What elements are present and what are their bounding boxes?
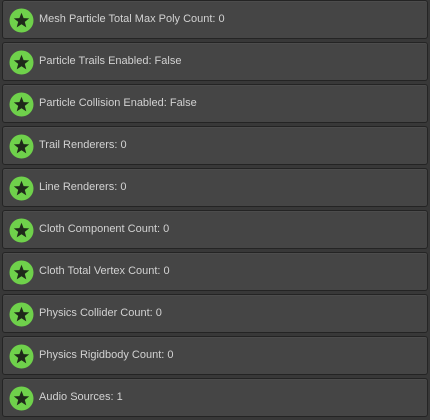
star-badge-icon	[9, 176, 34, 201]
stat-row-physics-rigidbody-count: Physics Rigidbody Count: 0	[2, 336, 428, 375]
stat-row-line-renderers: Line Renderers: 0	[2, 168, 428, 207]
stat-label: Physics Collider Count: 0	[39, 307, 162, 319]
star-badge-icon	[9, 344, 34, 369]
stat-label: Audio Sources: 1	[39, 391, 123, 403]
star-badge-icon	[9, 218, 34, 243]
stat-label: Particle Trails Enabled: False	[39, 55, 182, 67]
stat-row-mesh-particle-poly-count: Mesh Particle Total Max Poly Count: 0	[2, 0, 428, 39]
stat-row-trail-renderers: Trail Renderers: 0	[2, 126, 428, 165]
stat-label: Mesh Particle Total Max Poly Count: 0	[39, 13, 225, 25]
star-badge-icon	[9, 50, 34, 75]
stat-label: Cloth Component Count: 0	[39, 223, 170, 235]
star-badge-icon	[9, 134, 34, 159]
stat-row-cloth-component-count: Cloth Component Count: 0	[2, 210, 428, 249]
stat-label: Line Renderers: 0	[39, 181, 127, 193]
stat-label: Particle Collision Enabled: False	[39, 97, 197, 109]
star-badge-icon	[9, 260, 34, 285]
stat-row-particle-trails-enabled: Particle Trails Enabled: False	[2, 42, 428, 81]
stat-row-physics-collider-count: Physics Collider Count: 0	[2, 294, 428, 333]
stat-label: Trail Renderers: 0	[39, 139, 127, 151]
stat-label: Cloth Total Vertex Count: 0	[39, 265, 170, 277]
star-badge-icon	[9, 92, 34, 117]
stat-row-cloth-total-vertex-count: Cloth Total Vertex Count: 0	[2, 252, 428, 291]
performance-stats-list: Mesh Particle Total Max Poly Count: 0 Pa…	[0, 0, 430, 420]
star-badge-icon	[9, 386, 34, 411]
stat-row-audio-sources: Audio Sources: 1	[2, 378, 428, 417]
star-badge-icon	[9, 302, 34, 327]
stat-label: Physics Rigidbody Count: 0	[39, 349, 174, 361]
stat-row-particle-collision-enabled: Particle Collision Enabled: False	[2, 84, 428, 123]
star-badge-icon	[9, 8, 34, 33]
